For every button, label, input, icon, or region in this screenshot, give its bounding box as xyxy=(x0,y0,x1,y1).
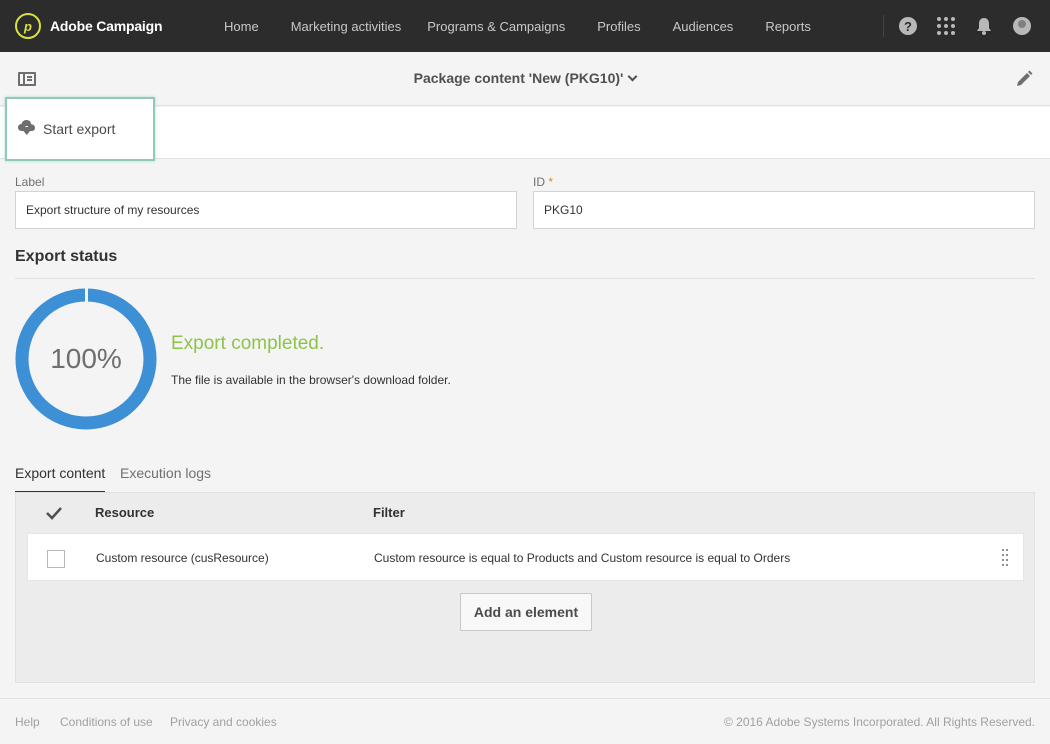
column-header-filter[interactable]: Filter xyxy=(373,505,405,520)
table-row[interactable]: Custom resource (cusResource) Custom res… xyxy=(27,533,1024,581)
footer-link-conditions[interactable]: Conditions of use xyxy=(60,715,153,729)
section-divider xyxy=(15,278,1035,279)
select-all-check-icon[interactable] xyxy=(46,505,62,521)
adobe-campaign-logo-icon: p xyxy=(15,13,41,39)
cloud-download-icon xyxy=(17,119,36,139)
start-export-label: Start export xyxy=(43,121,116,137)
help-icon[interactable]: ? xyxy=(898,16,918,36)
nav-item-profiles[interactable]: Profiles xyxy=(597,19,640,34)
help-glyph: ? xyxy=(899,17,917,35)
add-element-button[interactable]: Add an element xyxy=(460,593,592,631)
required-marker: * xyxy=(548,175,554,189)
footer-link-help[interactable]: Help xyxy=(15,715,40,729)
start-export-button[interactable]: Start export xyxy=(5,97,155,161)
nav-item-marketing-activities[interactable]: Marketing activities xyxy=(291,19,402,34)
column-header-resource[interactable]: Resource xyxy=(95,505,154,520)
apps-grid-icon[interactable] xyxy=(936,16,956,36)
row-resource: Custom resource (cusResource) xyxy=(96,551,269,565)
footer-divider xyxy=(0,698,1050,699)
page-header: Package content 'New (PKG10)' xyxy=(0,52,1050,106)
main-nav: Home Marketing activities Programs & Cam… xyxy=(224,19,843,34)
id-input[interactable] xyxy=(533,191,1035,229)
export-status-heading: Export status xyxy=(15,248,118,265)
footer-link-privacy[interactable]: Privacy and cookies xyxy=(170,715,277,729)
progress-percent-text: 100% xyxy=(50,343,122,374)
label-input[interactable] xyxy=(15,191,517,229)
user-avatar-icon[interactable] xyxy=(1012,16,1032,36)
nav-item-reports[interactable]: Reports xyxy=(765,19,811,34)
brand-name: Adobe Campaign xyxy=(50,18,163,34)
id-field-title-text: ID xyxy=(533,175,545,189)
page-title-text: Package content 'New (PKG10)' xyxy=(413,70,624,86)
brand[interactable]: p Adobe Campaign xyxy=(15,13,205,39)
tab-execution-logs[interactable]: Execution logs xyxy=(120,465,211,491)
copyright-text: © 2016 Adobe Systems Incorporated. All R… xyxy=(723,715,1035,729)
status-description: The file is available in the browser's d… xyxy=(171,373,451,387)
chevron-down-icon xyxy=(627,71,638,82)
top-navigation-bar: p Adobe Campaign Home Marketing activiti… xyxy=(0,0,1050,52)
action-bar: Start export xyxy=(0,97,1050,161)
label-field-title: Label xyxy=(15,175,45,189)
status-title: Export completed. xyxy=(171,333,325,354)
nav-item-home[interactable]: Home xyxy=(224,19,259,34)
page-title[interactable]: Package content 'New (PKG10)' xyxy=(0,70,1050,86)
tab-export-content[interactable]: Export content xyxy=(15,465,106,493)
notification-bell-icon[interactable] xyxy=(974,16,994,36)
nav-item-audiences[interactable]: Audiences xyxy=(673,19,734,34)
top-divider xyxy=(883,15,884,37)
edit-pencil-icon[interactable] xyxy=(1014,69,1034,89)
row-filter: Custom resource is equal to Products and… xyxy=(374,551,791,565)
row-checkbox[interactable] xyxy=(47,550,65,568)
drag-handle-icon[interactable] xyxy=(1002,549,1008,567)
export-content-panel: Resource Filter Custom resource (cusReso… xyxy=(15,492,1035,683)
top-icons: ? xyxy=(883,0,1050,52)
id-field-title: ID * xyxy=(533,175,553,189)
nav-item-programs-campaigns[interactable]: Programs & Campaigns xyxy=(427,19,565,34)
